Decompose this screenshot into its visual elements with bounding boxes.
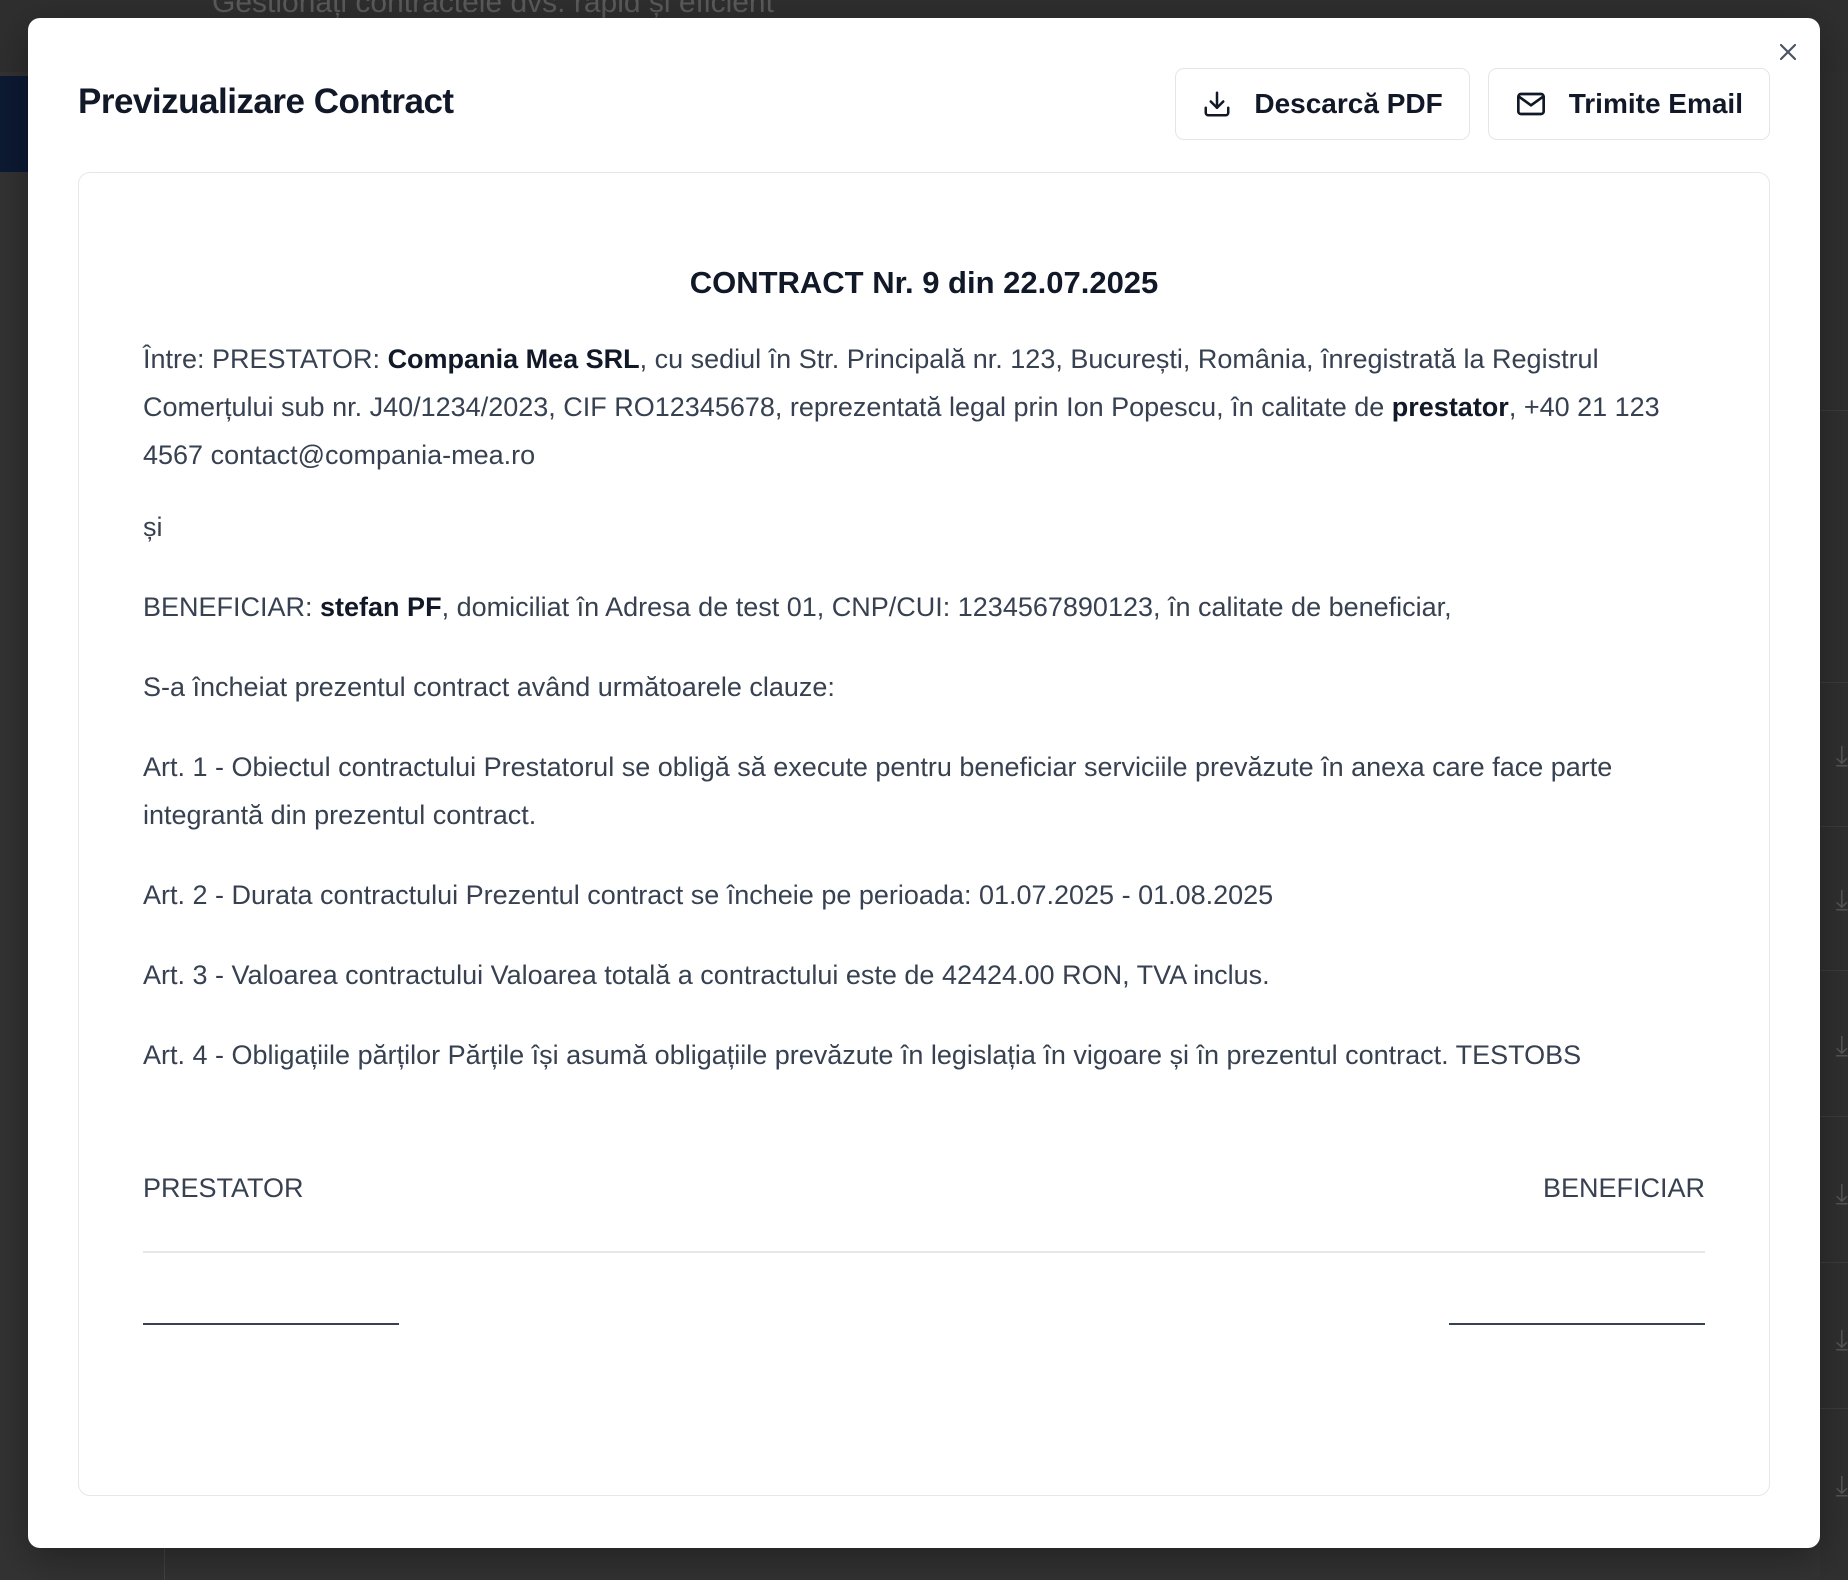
close-icon	[1779, 43, 1797, 61]
beneficiary-paragraph: BENEFICIAR: stefan PF, domiciliat în Adr…	[143, 583, 1705, 631]
signature-label-beneficiary: BENEFICIAR	[1542, 1173, 1705, 1203]
download-icon: ⤓	[1835, 884, 1848, 915]
download-icon	[1202, 89, 1232, 119]
background-row-divider	[1820, 826, 1848, 827]
contract-title: CONTRACT Nr. 9 din 22.07.2025	[689, 265, 1159, 300]
download-pdf-button[interactable]: Descarcă PDF	[1175, 68, 1470, 140]
article-2: Art. 2 - Durata contractului Prezentul c…	[143, 880, 1274, 910]
provider-role: prestator	[1391, 392, 1509, 422]
background-row-divider	[1820, 1116, 1848, 1117]
signature-divider	[143, 1251, 1705, 1253]
modal-title: Previzualizare Contract	[78, 82, 454, 121]
background-row-divider	[1820, 682, 1848, 683]
download-icon: ⤓	[1835, 1470, 1848, 1501]
background-nav-block	[0, 76, 28, 172]
contract-document: CONTRACT Nr. 9 din 22.07.2025 Între: PRE…	[78, 172, 1770, 1496]
mail-icon	[1515, 88, 1547, 120]
background-subtitle: Gestionați contractele dvs. rapid și efi…	[212, 0, 774, 19]
beneficiary-details: , domiciliat în Adresa de test 01, CNP/C…	[441, 592, 1452, 622]
article-3: Art. 3 - Valoarea contractului Valoarea …	[143, 960, 1270, 990]
clauses-intro: S-a încheiat prezentul contract având ur…	[143, 672, 835, 702]
send-email-button[interactable]: Trimite Email	[1487, 68, 1770, 140]
download-icon: ⤓	[1835, 740, 1848, 771]
send-email-label: Trimite Email	[1568, 88, 1743, 119]
signature-label-provider: PRESTATOR	[143, 1173, 304, 1203]
parties-provider-paragraph: Între: PRESTATOR: Compania Mea SRL, cu s…	[143, 335, 1705, 479]
background-row-divider	[1820, 970, 1848, 971]
download-icon: ⤓	[1835, 1178, 1848, 1209]
background-row-divider	[1820, 1262, 1848, 1263]
article-4: Art. 4 - Obligațiile părților Părțile îș…	[143, 1040, 1582, 1070]
close-button[interactable]	[1770, 34, 1806, 70]
article-1: Art. 1 - Obiectul contractului Prestator…	[143, 752, 1613, 830]
signature-line-provider	[143, 1323, 399, 1325]
signature-line-beneficiary	[1449, 1323, 1705, 1325]
conjunction-text: și	[143, 512, 163, 542]
modal-actions: Descarcă PDF Trimite Email	[1175, 68, 1770, 140]
download-pdf-label: Descarcă PDF	[1254, 88, 1443, 119]
contract-preview-modal: Previzualizare Contract Descarcă PDF Tri…	[28, 18, 1820, 1548]
beneficiary-name: stefan PF	[320, 592, 442, 622]
download-icon: ⤓	[1835, 1030, 1848, 1061]
background-row-divider	[1820, 410, 1848, 411]
download-icon: ⤓	[1835, 1324, 1848, 1355]
provider-prefix: Între: PRESTATOR:	[143, 344, 388, 374]
background-row-divider	[1820, 1408, 1848, 1409]
provider-name: Compania Mea SRL	[387, 344, 640, 374]
beneficiary-prefix: BENEFICIAR:	[143, 592, 321, 622]
